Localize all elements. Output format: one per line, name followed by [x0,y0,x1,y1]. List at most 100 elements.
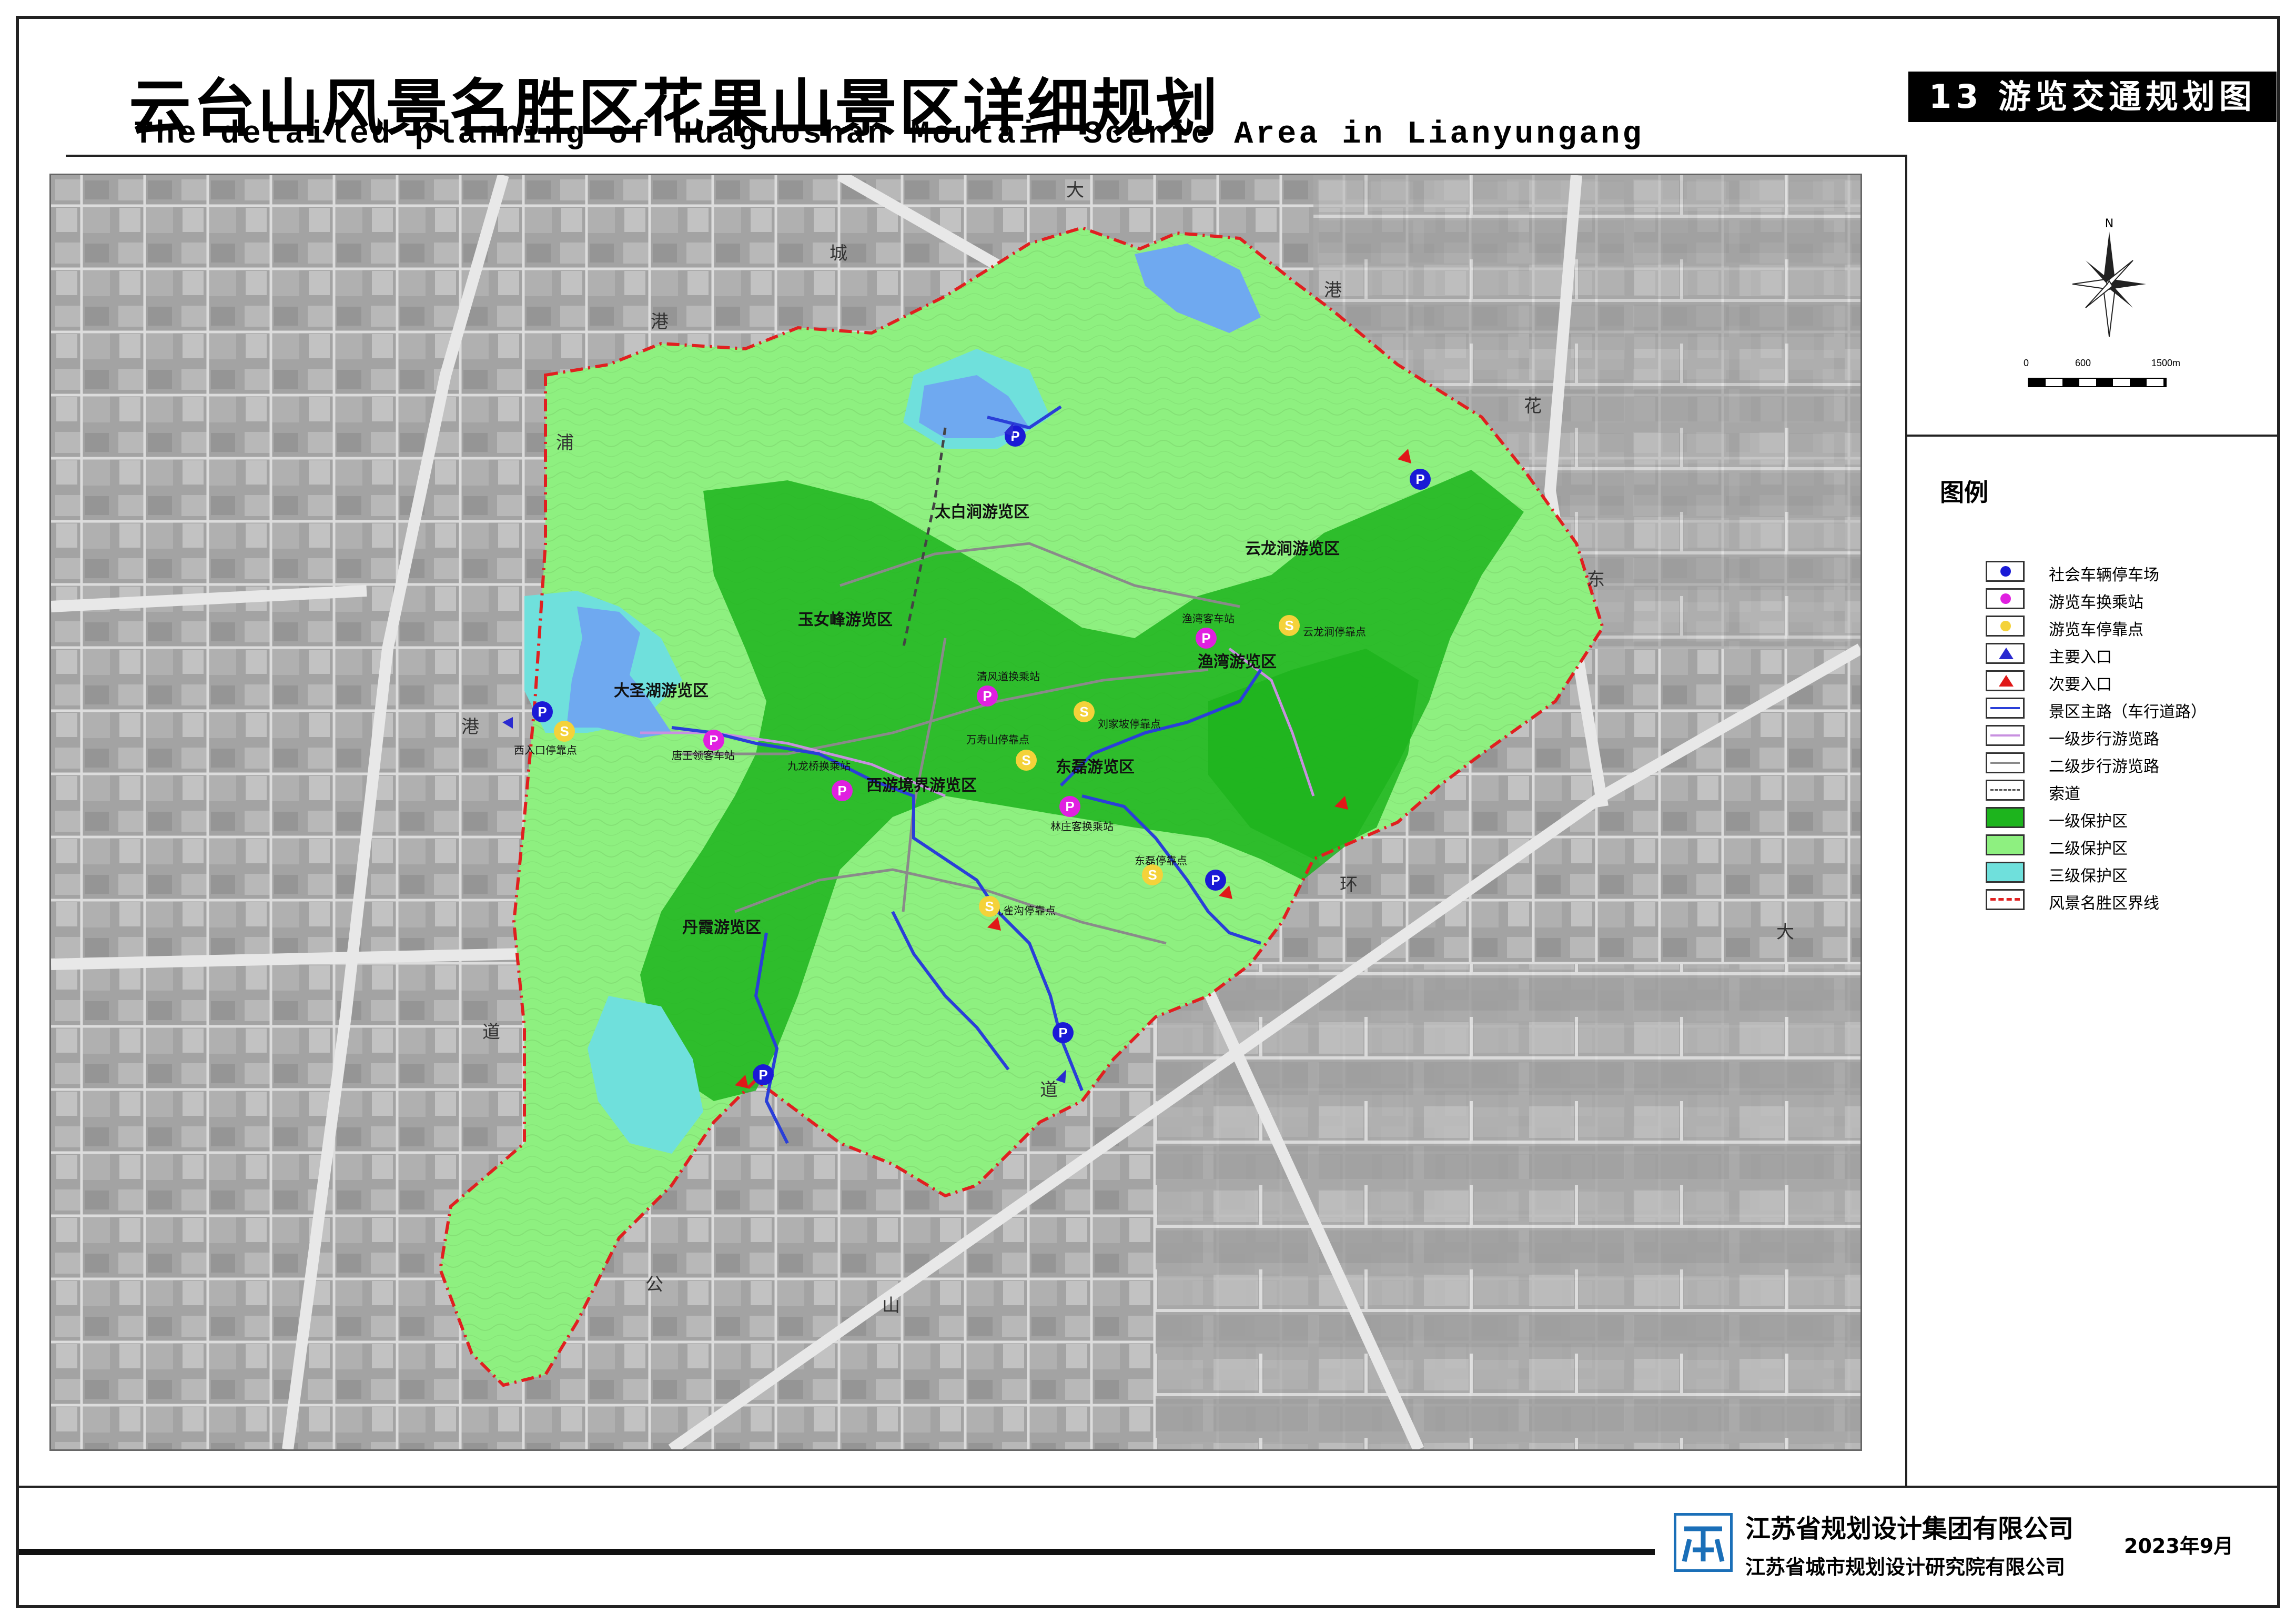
legend-item-zone-3: 三级保护区 [1986,862,2259,885]
stop-circle-icon [1986,616,2025,637]
stop-label: 东磊停靠点 [1135,854,1187,867]
legend-item-boundary: 风景名胜区界线 [1986,889,2259,913]
legend-item-primary-trail: 一级步行游览路 [1986,725,2259,749]
zone-label: 大圣湖游览区 [614,682,709,700]
svg-text:港: 港 [461,717,479,738]
svg-text:P: P [1065,799,1074,814]
transfer-marker[interactable]: P [703,730,724,751]
plan-date: 2023年9月 [2124,1535,2234,1558]
scale-label: 0 [2024,358,2029,368]
transfer-marker[interactable]: P [1059,796,1080,817]
stop-label: 云龙涧停靠点 [1303,626,1366,638]
svg-text:道: 道 [482,1022,500,1043]
stop-marker[interactable]: S [1279,615,1300,636]
company-name-primary: 江苏省规划设计集团有限公司 [1745,1514,2074,1544]
legend-title: 图例 [1940,478,1988,507]
legend-item-shuttle-transfer: 游览车换乘站 [1986,588,2259,612]
svg-text:S: S [985,899,994,914]
zone-label: 云龙涧游览区 [1245,540,1340,558]
svg-text:大: 大 [1776,922,1794,943]
legend-item-zone-2: 二级保护区 [1986,834,2259,858]
stop-label: 西入口停靠点 [514,744,577,756]
svg-text:S: S [1148,867,1157,883]
svg-text:P: P [1058,1025,1067,1041]
stop-label: 渔湾客车站 [1182,612,1235,625]
parking-marker[interactable]: P [532,701,553,722]
footer-thick-rule [19,1549,1655,1555]
company-logo-icon [1674,1513,1733,1572]
svg-text:S: S [1079,704,1088,720]
legend-item-shuttle-stop: 游览车停靠点 [1986,616,2259,639]
sidebar-divider [1905,155,1907,1486]
planning-map[interactable]: 太白涧游览区 云龙涧游览区 玉女峰游览区 大圣湖游览区 渔湾游览区 东磊游览区 … [49,174,1862,1451]
dash-dot-line-icon [1986,889,2025,910]
stop-label: 九龙桥换乘站 [787,760,851,772]
svg-text:浦: 浦 [556,432,574,453]
svg-text:P: P [709,732,718,748]
scale-bar-graphic [2028,378,2167,387]
sheet-label: 13 游览交通规划图 [1908,72,2277,122]
svg-text:东: 东 [1587,569,1605,590]
svg-text:P: P [538,704,547,720]
dashed-line-icon [1986,780,2025,801]
scale-bar: 0 600 1500m [2022,358,2180,395]
stop-label: 刘家坡停靠点 [1098,718,1161,730]
stop-label: 唐王领客车站 [672,749,735,762]
svg-text:S: S [1021,752,1030,768]
svg-text:城: 城 [830,243,847,264]
zone-label: 太白涧游览区 [935,503,1029,521]
stop-label: 林庄客换乘站 [1050,820,1114,833]
parking-marker[interactable]: P [1205,870,1226,891]
legend-item-zone-1: 一级保护区 [1986,807,2259,831]
stop-label: 万寿山停靠点 [966,733,1029,746]
parking-marker[interactable]: P [1410,469,1431,490]
svg-text:山: 山 [882,1295,900,1316]
zone-label: 丹霞游览区 [682,919,761,937]
svg-text:P: P [983,688,992,704]
legend-item-secondary-entrance: 次要入口 [1986,670,2259,694]
stop-marker[interactable]: S [554,721,575,742]
map-svg: 太白涧游览区 云龙涧游览区 玉女峰游览区 大圣湖游览区 渔湾游览区 东磊游览区 … [51,175,1860,1449]
stop-marker[interactable]: S [1074,701,1095,722]
parking-circle-icon [1986,561,2025,582]
stop-marker[interactable]: S [1142,864,1163,885]
transfer-marker[interactable]: P [977,685,998,707]
stop-label: 孔雀沟停靠点 [993,904,1056,917]
transfer-marker[interactable]: P [832,780,853,801]
svg-text:港: 港 [1324,280,1342,301]
svg-text:P: P [1211,872,1220,888]
svg-text:大: 大 [1066,180,1084,201]
legend-item-public-parking: 社会车辆停车场 [1986,561,2259,584]
svg-text:N: N [2105,217,2113,230]
scale-label: 1500m [2151,358,2181,368]
company-name-secondary: 江苏省城市规划设计研究院有限公司 [1745,1556,2066,1579]
zone-label: 玉女峰游览区 [798,611,893,629]
fill-icon [1986,862,2025,883]
transfer-circle-icon [1986,588,2025,609]
legend-item-main-road: 景区主路（车行道路） [1986,698,2259,721]
svg-text:环: 环 [1340,874,1358,895]
stop-marker[interactable]: S [1016,750,1037,771]
legend-item-main-entrance: 主要入口 [1986,643,2259,667]
transfer-marker[interactable]: P [1196,628,1217,649]
zone-label: 东磊游览区 [1056,758,1135,776]
page-subtitle-english: The detailed planning of Huaguoshan Mout… [134,117,1644,153]
svg-text:S: S [1284,618,1293,633]
svg-text:P: P [837,783,846,799]
compass-divider [1905,435,2280,437]
line-icon [1986,725,2025,746]
parking-marker[interactable]: P [1005,426,1026,447]
footer-divider [19,1486,2280,1488]
legend-item-cableway: 索道 [1986,780,2259,803]
svg-text:公: 公 [645,1274,663,1295]
zone-label: 渔湾游览区 [1198,653,1277,671]
stop-marker[interactable]: S [979,896,1000,917]
fill-icon [1986,834,2025,855]
legend-item-secondary-trail: 二级步行游览路 [1986,752,2259,776]
fill-icon [1986,807,2025,828]
svg-text:P: P [758,1067,767,1083]
svg-text:S: S [560,723,569,739]
parking-marker[interactable]: P [1053,1022,1074,1043]
parking-marker[interactable]: P [753,1064,774,1085]
svg-text:P: P [1201,630,1210,646]
